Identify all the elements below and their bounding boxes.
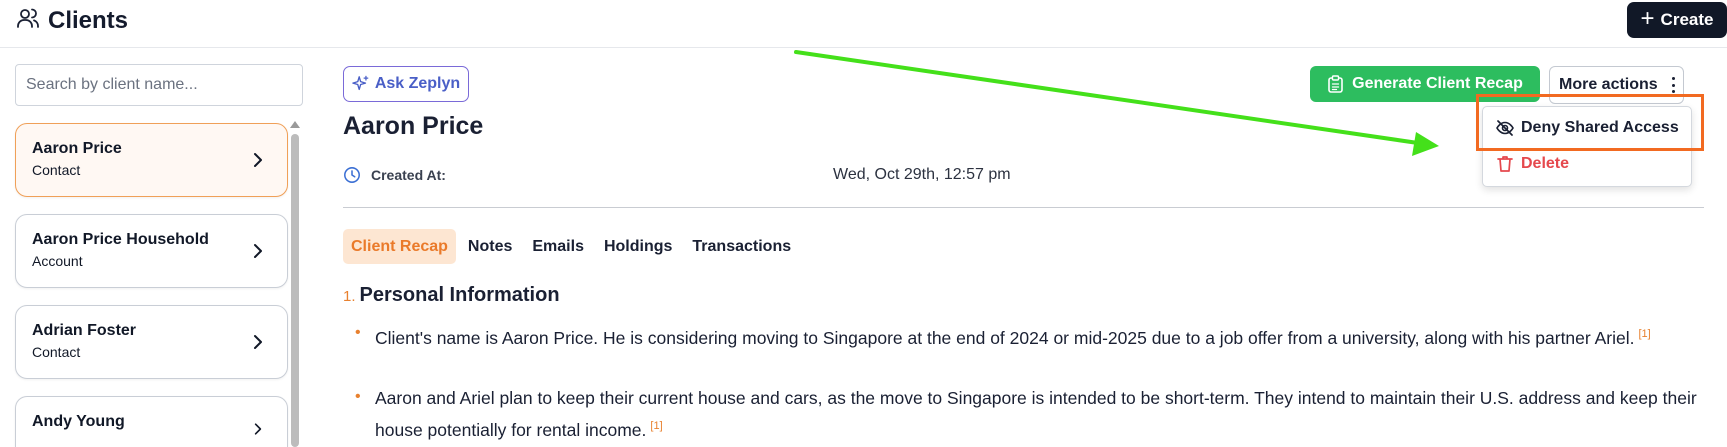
tab-transactions[interactable]: Transactions [684,229,799,264]
client-type: Contact [32,344,81,360]
divider [343,207,1704,208]
citation-link[interactable]: [1] [1639,328,1651,340]
tab-bar: Client Recap Notes Emails Holdings Trans… [343,229,803,264]
client-card[interactable]: Adrian Foster Contact [15,305,288,379]
chevron-right-icon [254,153,262,167]
bullet-text: Aaron and Ariel plan to keep their curre… [375,388,1697,440]
client-card[interactable]: Andy Young [15,396,288,447]
page-title: Clients [48,6,129,34]
client-name: Aaron Price [32,140,122,157]
generate-client-recap-label: Generate Client Recap [1352,75,1523,92]
created-at-row: Created At: [343,166,446,184]
more-actions-label: More actions [1559,76,1658,93]
client-name: Aaron Price Household [32,231,209,248]
bullet-dot: • [355,388,361,405]
annotation-highlight-box [1476,94,1704,151]
trash-icon [1497,156,1513,172]
tab-client-recap[interactable]: Client Recap [343,229,456,264]
ask-zeplyn-label: Ask Zeplyn [374,75,461,92]
bullet-dot: • [355,324,361,341]
delete-menu-item[interactable]: Delete [1495,154,1569,174]
citation-link[interactable]: [1] [650,420,662,432]
page-header: Clients [16,6,128,35]
client-name: Andy Young [32,413,125,430]
client-card[interactable]: Aaron Price Household Account [15,214,288,288]
tab-holdings[interactable]: Holdings [596,229,680,264]
chevron-right-icon [254,335,262,349]
plus-icon: + [1640,5,1655,32]
search-input[interactable] [15,64,303,106]
section-heading: 1. Personal Information [343,284,560,307]
more-vertical-icon [1671,77,1676,93]
top-bar: Clients + Create [0,0,1727,48]
tab-notes[interactable]: Notes [460,229,520,264]
create-button[interactable]: + Create [1627,2,1727,38]
chevron-right-icon [254,423,262,435]
list-item: • Aaron and Ariel plan to keep their cur… [355,384,1705,444]
delete-label: Delete [1521,155,1570,172]
clock-icon [344,167,360,183]
chevron-right-icon [254,244,262,258]
list-item: • Client's name is Aaron Price. He is co… [355,320,1705,352]
client-type: Account [32,253,83,269]
users-icon [16,6,40,35]
section-number: 1. [343,288,356,305]
sparkle-icon [352,75,369,91]
ask-zeplyn-button[interactable]: Ask Zeplyn [343,66,469,102]
tab-emails[interactable]: Emails [524,229,592,264]
scrollbar-up-arrow[interactable] [290,121,300,128]
clipboard-icon [1328,75,1343,93]
created-at-value: Wed, Oct 29th, 12:57 pm [833,166,1011,183]
client-title: Aaron Price [343,112,484,140]
sidebar-scrollbar[interactable] [291,134,299,447]
bullet-text: Client's name is Aaron Price. He is cons… [375,328,1635,348]
section-title: Personal Information [359,284,560,306]
create-button-label: Create [1660,10,1714,29]
created-at-label: Created At: [371,167,446,183]
client-type: Contact [32,162,81,178]
client-card[interactable]: Aaron Price Contact [15,123,288,197]
client-name: Adrian Foster [32,322,137,339]
